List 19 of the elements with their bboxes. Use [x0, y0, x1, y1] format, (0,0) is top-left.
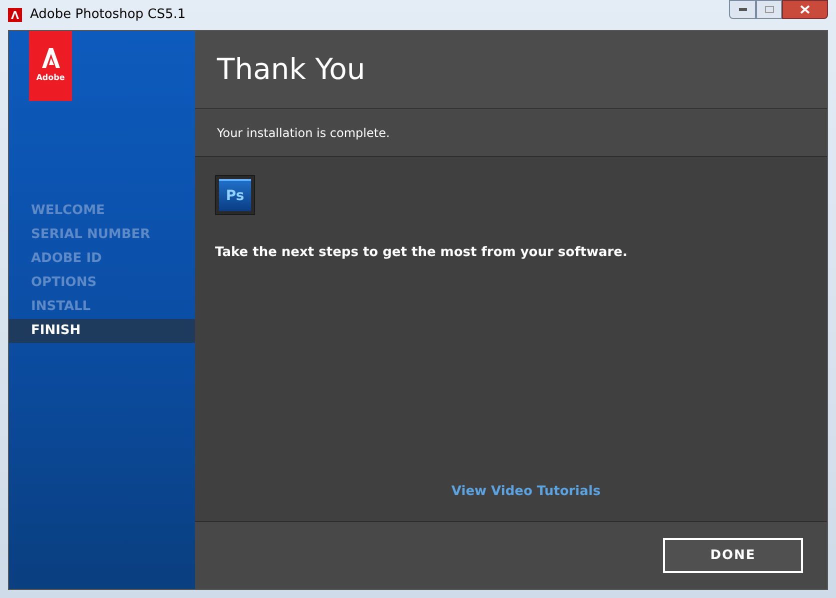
step-item: OPTIONS [30, 274, 98, 292]
page-title: Thank You [217, 50, 366, 88]
step-item: ADOBE ID [30, 250, 103, 268]
step-item: INSTALL [30, 298, 92, 316]
subtitle: Your installation is complete. [217, 124, 390, 142]
step-item: WELCOME [30, 202, 106, 220]
minimize-button[interactable] [729, 0, 756, 19]
step-item: FINISH [9, 319, 195, 343]
window-title: Adobe Photoshop CS5.1 [30, 6, 186, 24]
done-button[interactable]: DONE [663, 538, 803, 573]
maximize-button[interactable] [756, 0, 782, 19]
adobe-logo: Adobe [29, 31, 72, 101]
next-steps-text: Take the next steps to get the most from your software. [215, 244, 628, 262]
video-tutorials-link[interactable]: View Video Tutorials [451, 482, 601, 501]
close-button[interactable] [782, 0, 828, 19]
close-icon [800, 5, 810, 14]
photoshop-icon: Ps [219, 179, 251, 211]
step-item: SERIAL NUMBER [30, 226, 152, 244]
app-icon [8, 8, 22, 22]
